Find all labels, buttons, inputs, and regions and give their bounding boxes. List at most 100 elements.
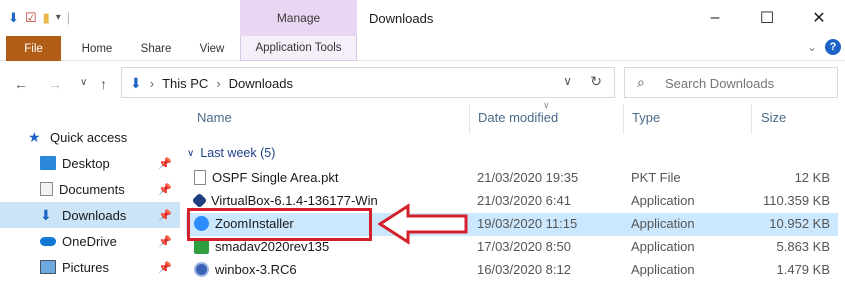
minimize-button[interactable]: – bbox=[689, 0, 741, 36]
new-folder-icon[interactable]: ▮ bbox=[43, 10, 50, 26]
search-box[interactable]: ⌕ bbox=[624, 67, 838, 98]
navigation-pane: ★ Quick access Desktop 📌 Documents 📌 ⬇ D… bbox=[0, 106, 180, 284]
size-cell: 110.359 KB bbox=[763, 193, 830, 208]
pin-icon[interactable]: 📌 bbox=[158, 235, 172, 248]
refresh-icon[interactable]: ↻ bbox=[590, 73, 602, 90]
type-cell: Application bbox=[631, 262, 695, 277]
name-cell: OSPF Single Area.pkt bbox=[194, 170, 338, 185]
file-name: VirtualBox-6.1.4-136177-Win bbox=[211, 193, 378, 208]
highlight-box bbox=[187, 208, 372, 241]
onedrive-icon bbox=[40, 236, 56, 246]
maximize-button[interactable]: ☐ bbox=[741, 0, 793, 36]
file-name: smadav2020rev135 bbox=[215, 239, 330, 254]
sidebar-item-label: Pictures bbox=[62, 259, 109, 275]
recent-locations-icon[interactable]: ∨ bbox=[80, 77, 87, 88]
window-controls: – ☐ ✕ bbox=[689, 0, 845, 36]
sidebar-item-label: Desktop bbox=[62, 155, 110, 171]
tab-share[interactable]: Share bbox=[133, 36, 179, 61]
group-header[interactable]: ∨ Last week (5) bbox=[187, 146, 275, 160]
column-header-name[interactable]: Name bbox=[197, 110, 232, 132]
properties-icon[interactable]: ☑ bbox=[25, 10, 37, 26]
address-bar[interactable]: ⬇ › This PC › Downloads ∨ ↻ bbox=[121, 67, 615, 98]
ribbon-right-controls: ⌄ ? bbox=[807, 39, 841, 55]
star-icon: ★ bbox=[28, 129, 41, 145]
customize-dropdown-icon[interactable]: ▾ bbox=[56, 10, 61, 26]
collapse-chevron-icon: ∨ bbox=[187, 147, 195, 159]
download-arrow-icon[interactable]: ⬇ bbox=[8, 10, 19, 26]
date-cell: 19/03/2020 11:15 bbox=[477, 216, 578, 231]
desktop-icon bbox=[40, 156, 56, 170]
column-divider[interactable] bbox=[623, 104, 624, 134]
column-header-size[interactable]: Size bbox=[761, 110, 786, 132]
close-button[interactable]: ✕ bbox=[793, 0, 845, 36]
table-row[interactable]: OSPF Single Area.pkt 21/03/2020 19:35 PK… bbox=[186, 167, 838, 190]
pin-icon[interactable]: 📌 bbox=[158, 209, 172, 222]
type-cell: PKT File bbox=[631, 170, 681, 185]
pin-icon[interactable]: 📌 bbox=[158, 183, 172, 196]
winbox-icon bbox=[194, 262, 209, 277]
size-cell: 12 KB bbox=[794, 170, 830, 185]
tab-home[interactable]: Home bbox=[74, 36, 120, 61]
expand-ribbon-icon[interactable]: ⌄ bbox=[807, 40, 817, 54]
name-cell: VirtualBox-6.1.4-136177-Win bbox=[191, 192, 378, 209]
sidebar-item-downloads[interactable]: ⬇ Downloads 📌 bbox=[0, 202, 180, 228]
size-cell: 5.863 KB bbox=[776, 239, 831, 254]
virtualbox-icon bbox=[191, 192, 208, 209]
sidebar-item-label: Documents bbox=[59, 181, 125, 197]
file-icon bbox=[194, 170, 206, 185]
column-header-type[interactable]: Type bbox=[632, 110, 660, 132]
pin-icon[interactable]: 📌 bbox=[158, 261, 172, 274]
size-cell: 10.952 KB bbox=[769, 216, 830, 231]
pictures-icon bbox=[40, 260, 56, 274]
sidebar-item-label: Downloads bbox=[62, 207, 127, 223]
title-bar: ⬇ ☑ ▮ ▾ | Manage Downloads – ☐ ✕ bbox=[0, 0, 845, 36]
back-button[interactable]: ← bbox=[14, 76, 28, 92]
pin-icon[interactable]: 📌 bbox=[158, 157, 172, 170]
breadcrumb-downloads[interactable]: Downloads bbox=[229, 76, 293, 91]
date-cell: 17/03/2020 8:50 bbox=[477, 239, 571, 254]
name-cell: winbox-3.RC6 bbox=[194, 262, 297, 277]
sidebar-item-quick-access[interactable]: ★ Quick access bbox=[28, 124, 180, 150]
sidebar-item-onedrive[interactable]: OneDrive 📌 bbox=[0, 228, 180, 254]
sidebar-item-documents[interactable]: Documents 📌 bbox=[0, 176, 180, 202]
address-dropdown-icon[interactable]: ∨ bbox=[563, 74, 572, 88]
tab-file[interactable]: File bbox=[6, 36, 61, 61]
name-cell: smadav2020rev135 bbox=[194, 239, 329, 254]
breadcrumb-this-pc[interactable]: This PC bbox=[162, 76, 208, 91]
downloads-icon: ⬇ bbox=[40, 207, 52, 223]
column-divider[interactable] bbox=[751, 104, 752, 134]
forward-button[interactable]: → bbox=[48, 76, 62, 92]
breadcrumb-separator-icon[interactable]: › bbox=[216, 76, 220, 91]
date-cell: 21/03/2020 19:35 bbox=[477, 170, 579, 185]
tab-view[interactable]: View bbox=[192, 36, 232, 61]
up-button[interactable]: ↑ bbox=[100, 76, 107, 92]
tab-application-tools[interactable]: Application Tools bbox=[240, 36, 357, 61]
sidebar-item-label: OneDrive bbox=[62, 233, 117, 249]
size-cell: 1.479 KB bbox=[776, 262, 831, 277]
table-row[interactable]: winbox-3.RC6 16/03/2020 8:12 Application… bbox=[186, 259, 838, 282]
date-cell: 16/03/2020 8:12 bbox=[477, 262, 571, 277]
search-input[interactable] bbox=[665, 73, 833, 93]
group-label: Last week (5) bbox=[200, 146, 276, 160]
column-header-date-modified[interactable]: Date modified bbox=[478, 110, 558, 132]
type-cell: Application bbox=[631, 239, 695, 254]
type-cell: Application bbox=[631, 193, 695, 208]
help-icon[interactable]: ? bbox=[825, 39, 841, 55]
window-title: Downloads bbox=[369, 11, 434, 26]
breadcrumb: ⬇ › This PC › Downloads bbox=[130, 75, 293, 92]
downloads-location-icon: ⬇ bbox=[130, 75, 142, 91]
file-name: OSPF Single Area.pkt bbox=[212, 170, 339, 185]
documents-icon bbox=[40, 182, 53, 196]
manage-context-tab[interactable]: Manage bbox=[240, 0, 357, 36]
sidebar-item-pictures[interactable]: Pictures 📌 bbox=[0, 254, 180, 280]
column-divider[interactable] bbox=[469, 104, 470, 134]
ribbon-tabs: File Home Share View Application Tools ⌄… bbox=[0, 36, 845, 61]
search-icon: ⌕ bbox=[637, 74, 645, 90]
smadav-icon bbox=[194, 239, 209, 254]
type-cell: Application bbox=[631, 216, 695, 231]
breadcrumb-separator-icon[interactable]: › bbox=[150, 76, 154, 91]
quick-access-toolbar: ⬇ ☑ ▮ ▾ | bbox=[8, 10, 70, 26]
sidebar-item-desktop[interactable]: Desktop 📌 bbox=[0, 150, 180, 176]
date-cell: 21/03/2020 6:41 bbox=[477, 193, 571, 208]
red-arrow-icon bbox=[378, 203, 468, 245]
